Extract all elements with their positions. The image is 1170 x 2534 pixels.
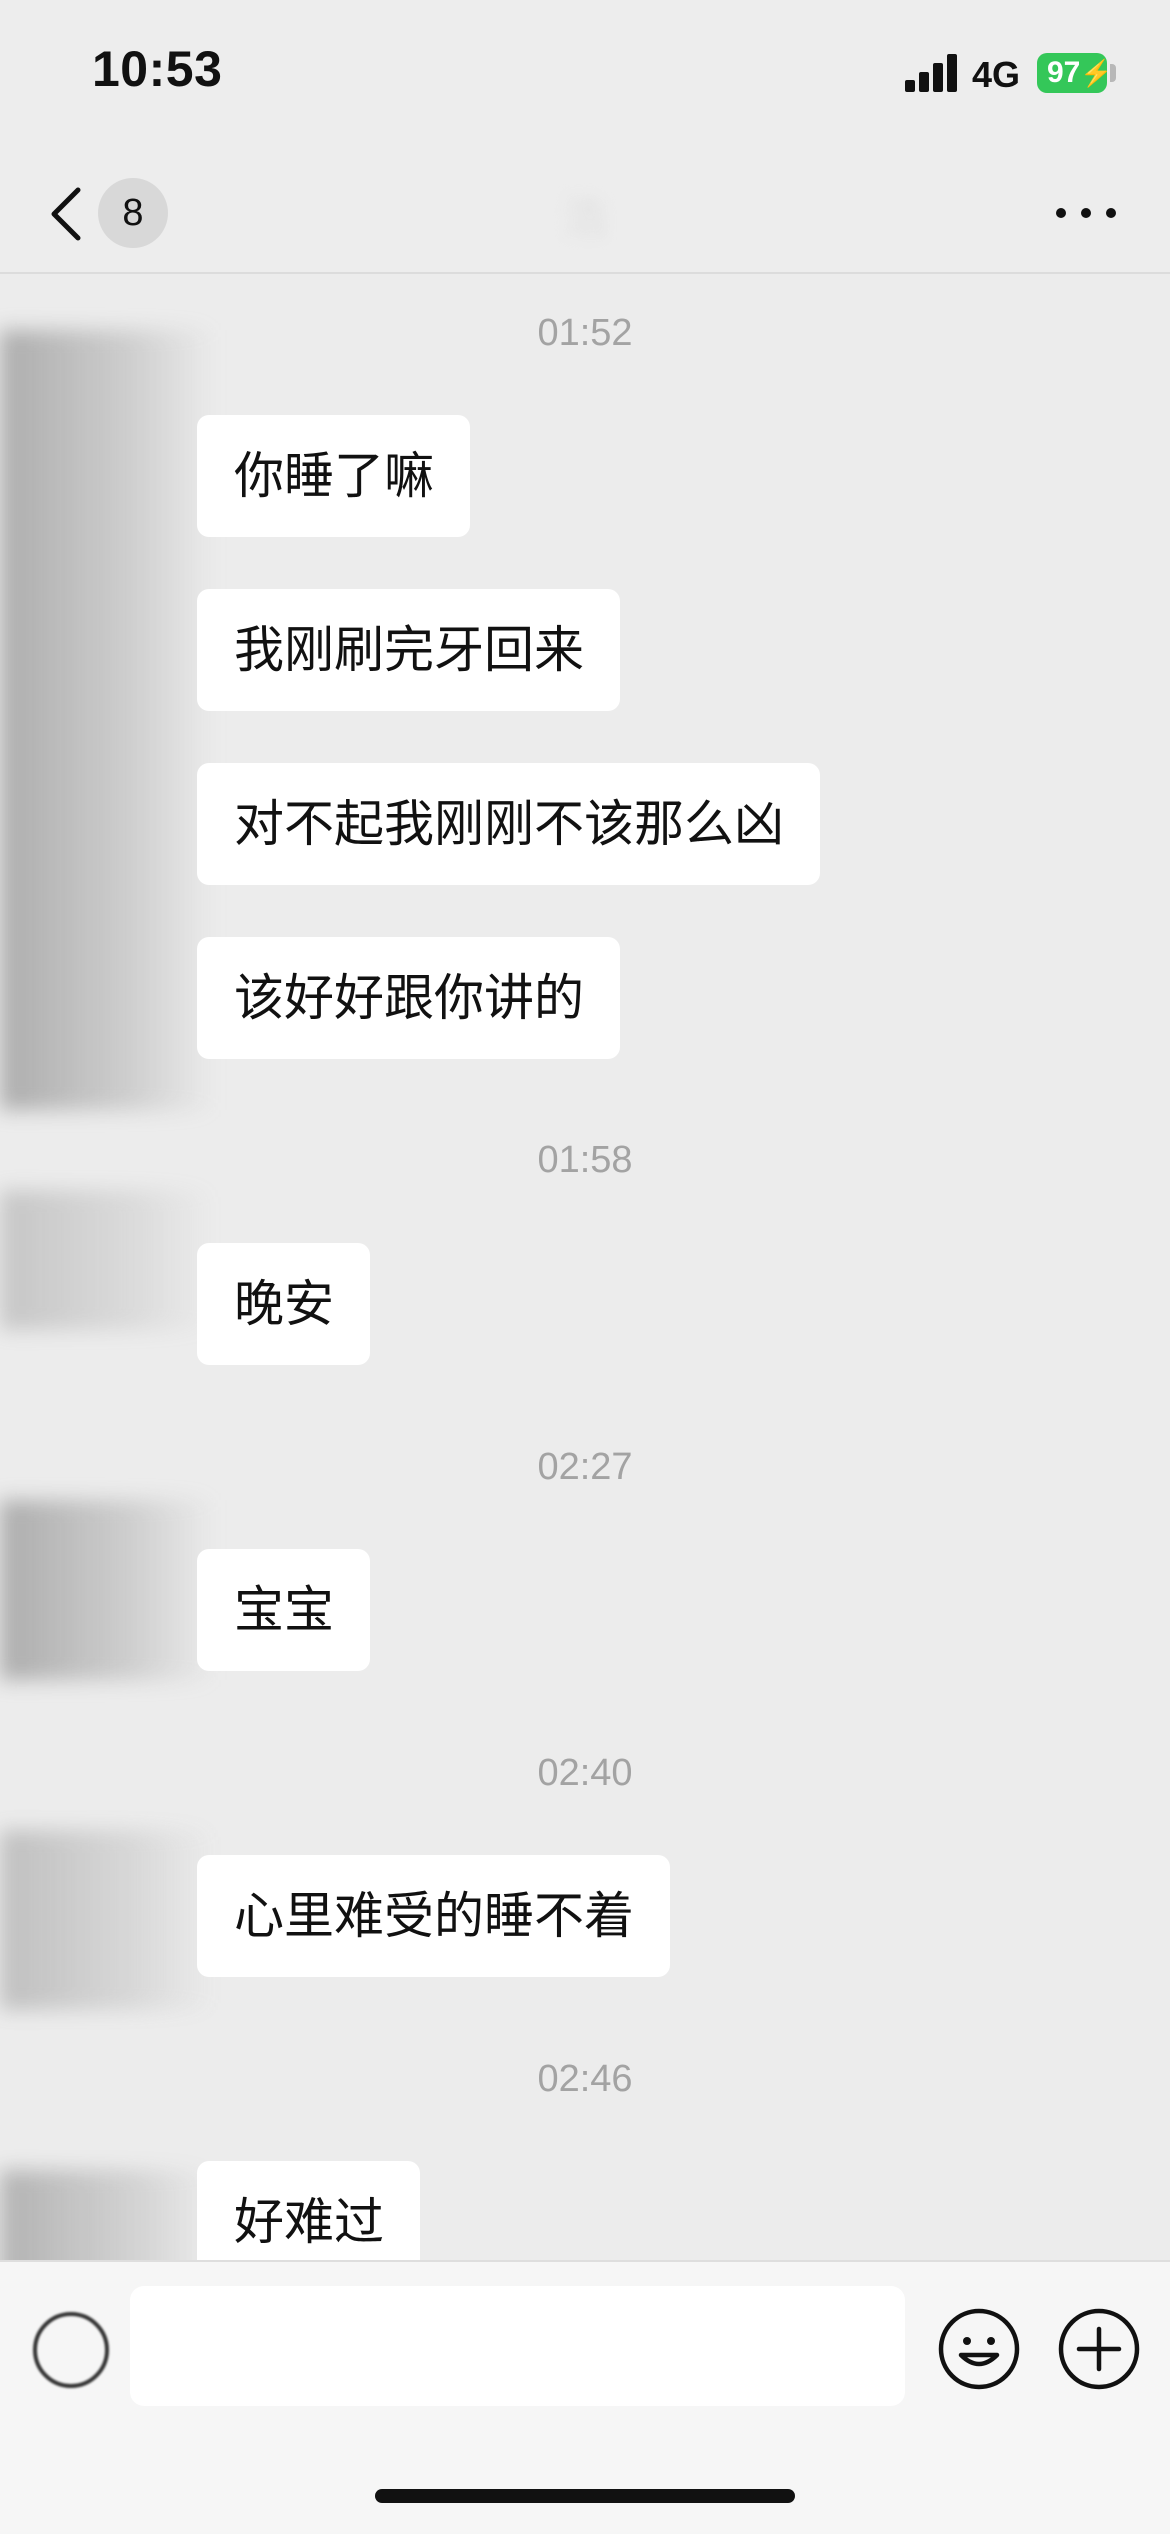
message-timestamp: 01:52: [537, 312, 633, 354]
avatar-redaction: [0, 1190, 215, 1330]
message-bubble[interactable]: 我刚刷完牙回来: [197, 589, 620, 711]
message-bubble[interactable]: 晚安: [197, 1243, 370, 1365]
avatar-redaction: [0, 1830, 215, 2010]
battery-level: 97: [1047, 56, 1081, 89]
avatar-redaction: [0, 330, 215, 1110]
battery-tip: [1110, 64, 1116, 82]
signal-icon: [905, 52, 957, 92]
emoji-icon[interactable]: [937, 2307, 1021, 2391]
avatar-redaction: [0, 1500, 215, 1680]
more-icon: [1056, 208, 1066, 218]
message-bubble[interactable]: 你睡了嘛: [197, 415, 470, 537]
charging-bolt-icon: ⚡: [1080, 58, 1113, 88]
message-timestamp: 02:27: [537, 1446, 633, 1488]
message-bubble[interactable]: 心里难受的睡不着: [197, 1855, 670, 1977]
message-timestamp: 01:58: [537, 1139, 633, 1181]
status-time: 10:53: [92, 41, 223, 97]
home-indicator[interactable]: [375, 2489, 795, 2503]
network-type: 4G: [972, 54, 1021, 95]
message-timestamp: 02:46: [537, 2058, 633, 2100]
nav-bar: 8 浩: [0, 150, 1170, 274]
message-bubble[interactable]: 对不起我刚刚不该那么凶: [197, 763, 820, 885]
battery-icon: 97⚡: [1037, 53, 1113, 93]
voice-icon[interactable]: [33, 2312, 109, 2388]
chat-title: 浩: [563, 193, 607, 244]
more-button[interactable]: [1050, 190, 1122, 236]
message-bubble[interactable]: 该好好跟你讲的: [197, 937, 620, 1059]
message-timestamp: 02:40: [537, 1752, 633, 1794]
message-input[interactable]: [130, 2286, 905, 2406]
plus-icon[interactable]: [1057, 2307, 1141, 2391]
status-bar: 10:53 4G 97⚡: [0, 0, 1170, 150]
message-bubble[interactable]: 宝宝: [197, 1549, 370, 1671]
